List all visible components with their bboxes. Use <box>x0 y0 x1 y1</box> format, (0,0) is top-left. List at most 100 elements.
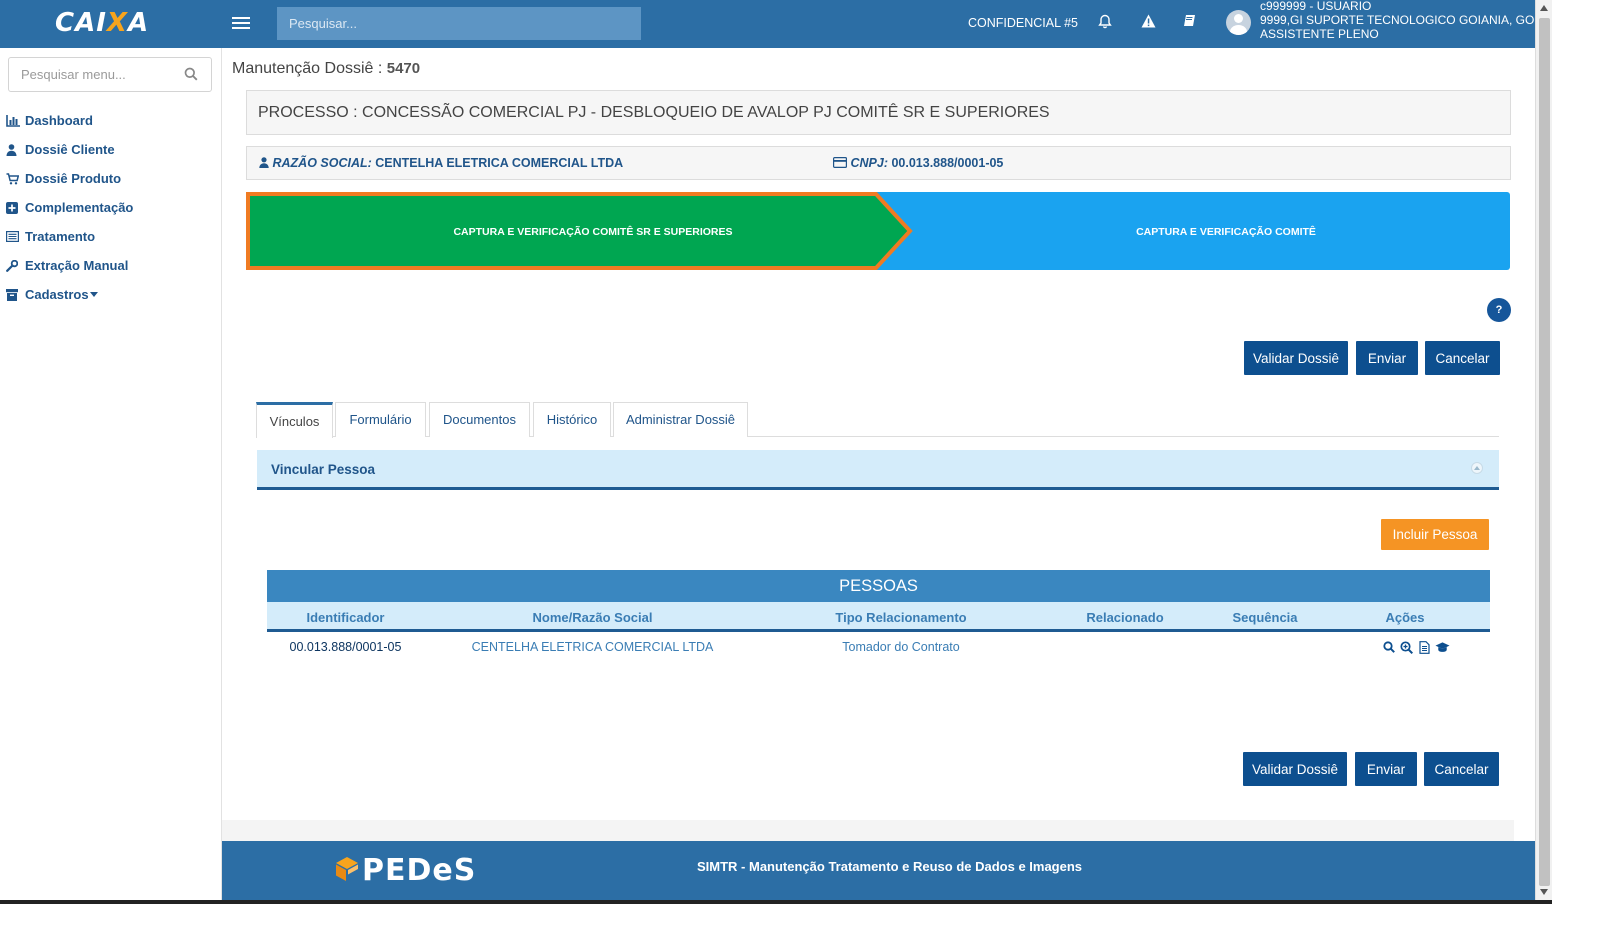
vertical-scrollbar[interactable] <box>1535 0 1552 900</box>
cart-icon <box>6 172 25 185</box>
scroll-down-icon[interactable] <box>1540 889 1548 895</box>
caret-down-icon <box>89 292 98 297</box>
scroll-up-icon[interactable] <box>1540 5 1548 11</box>
collapse-icon[interactable] <box>1471 462 1483 474</box>
menu-search-input[interactable] <box>8 57 212 92</box>
cancelar-button-bottom[interactable]: Cancelar <box>1424 752 1499 786</box>
user-info[interactable]: c999999 - USUARIO 9999,GI SUPORTE TECNOL… <box>1260 0 1534 41</box>
tab-vinculos[interactable]: Vínculos <box>256 402 333 438</box>
top-bar: CAIXA CONFIDENCIAL #5 c999999 - USUARIO … <box>0 0 1535 48</box>
sidebar-item-label: Dashboard <box>25 113 93 128</box>
sidebar-item-label: Cadastros <box>25 287 89 302</box>
wrench-icon <box>6 259 25 272</box>
user-role: ASSISTENTE PLENO <box>1260 27 1379 41</box>
column-header[interactable]: Ações <box>1321 610 1489 625</box>
step-1-active[interactable]: CAPTURA E VERIFICAÇÃO COMITÊ SR E SUPERI… <box>246 192 913 270</box>
list-icon <box>6 231 25 242</box>
validar-dossie-button-bottom[interactable]: Validar Dossiê <box>1243 752 1347 786</box>
tab-historico[interactable]: Histórico <box>533 402 611 437</box>
sidebar-item-label: Tratamento <box>25 229 96 244</box>
user-unit: 9999,GI SUPORTE TECNOLOGICO GOIANIA, GO <box>1260 13 1535 27</box>
sidebar-item-complementacao[interactable]: Complementação <box>6 193 133 222</box>
column-header[interactable]: Identificador <box>267 610 424 625</box>
pedes-logo-mark-icon <box>336 857 358 881</box>
top-search-input[interactable] <box>277 7 641 40</box>
plus-square-icon <box>6 201 25 214</box>
cnpj-value: 00.013.888/0001-05 <box>888 156 1004 170</box>
sidebar-item-dossie-produto[interactable]: Dossiê Produto <box>6 164 133 193</box>
warning-icon[interactable] <box>1139 14 1157 32</box>
sidebar-item-label: Dossiê Produto <box>25 171 122 186</box>
sidebar-item-cadastros[interactable]: Cadastros <box>6 280 133 309</box>
page-title-prefix: Manutenção Dossiê : <box>232 60 387 77</box>
cell-nome[interactable]: CENTELHA ELETRICA COMERCIAL LTDA <box>424 640 761 654</box>
page-title: Manutenção Dossiê : 5470 <box>232 60 420 78</box>
book-icon[interactable] <box>1181 14 1199 32</box>
pedes-logo: PEDeS <box>362 853 477 888</box>
search-icon[interactable] <box>184 67 198 81</box>
cell-identificador: 00.013.888/0001-05 <box>289 640 402 654</box>
table-header: Identificador Nome/Razão Social Tipo Rel… <box>267 602 1490 632</box>
column-header[interactable]: Sequência <box>1209 610 1321 625</box>
column-header[interactable]: Tipo Relacionamento <box>761 610 1041 625</box>
graduation-cap-icon[interactable] <box>1435 640 1450 654</box>
sidebar-item-extracao-manual[interactable]: Extração Manual <box>6 251 133 280</box>
dossie-id: 5470 <box>386 60 421 77</box>
razao-social-value: CENTELHA ELETRICA COMERCIAL LTDA <box>371 156 624 170</box>
sidebar-item-tratamento[interactable]: Tratamento <box>6 222 133 251</box>
sidebar-item-dossie-cliente[interactable]: Dossiê Cliente <box>6 135 133 164</box>
cnpj-label: CNPJ: <box>850 156 888 170</box>
caixa-logo[interactable]: CAIXA <box>55 8 149 38</box>
credit-card-icon <box>833 157 848 169</box>
incluir-pessoa-button[interactable]: Incluir Pessoa <box>1381 519 1489 550</box>
user-icon <box>259 157 269 168</box>
enviar-button-bottom[interactable]: Enviar <box>1355 752 1417 786</box>
confidential-label: CONFIDENCIAL #5 <box>968 16 1078 30</box>
column-header[interactable]: Relacionado <box>1041 610 1209 625</box>
bar-chart-icon <box>6 114 25 127</box>
window-bottom-edge <box>0 900 1552 904</box>
tab-formulario[interactable]: Formulário <box>335 402 426 437</box>
user-login: c999999 - USUARIO <box>1260 0 1372 13</box>
tab-administrar-dossie[interactable]: Administrar Dossiê <box>613 402 748 437</box>
user-avatar[interactable] <box>1226 10 1251 35</box>
client-info-box: RAZÃO SOCIAL: CENTELHA ELETRICA COMERCIA… <box>246 146 1511 180</box>
tab-documentos[interactable]: Documentos <box>429 402 530 437</box>
sidebar-item-label: Extração Manual <box>25 258 129 273</box>
vincular-pessoa-panel-header[interactable]: Vincular Pessoa <box>257 450 1499 490</box>
panel-title: Vincular Pessoa <box>271 462 376 477</box>
footer-text: SIMTR - Manutenção Tratamento e Reuso de… <box>697 859 1083 874</box>
process-stepper: CAPTURA E VERIFICAÇÃO COMITÊ CAPTURA E V… <box>246 192 1510 270</box>
footer: PEDeS SIMTR - Manutenção Tratamento e Re… <box>222 841 1535 900</box>
sidebar: Dashboard Dossiê Cliente Dossiê Produto … <box>0 48 222 900</box>
search-icon[interactable] <box>1381 640 1396 654</box>
scrollbar-thumb[interactable] <box>1539 18 1550 886</box>
cell-tipo: Tomador do Contrato <box>842 640 960 654</box>
zoom-icon[interactable] <box>1399 640 1414 654</box>
sidebar-nav: Dashboard Dossiê Cliente Dossiê Produto … <box>6 106 133 309</box>
table-title: PESSOAS <box>267 570 1490 602</box>
razao-social: RAZÃO SOCIAL: CENTELHA ELETRICA COMERCIA… <box>259 156 623 170</box>
step-2-label: CAPTURA E VERIFICAÇÃO COMITÊ <box>1136 225 1316 238</box>
user-icon <box>6 143 25 156</box>
column-header[interactable]: Nome/Razão Social <box>424 610 761 625</box>
enviar-button[interactable]: Enviar <box>1356 341 1418 375</box>
step-1-label: CAPTURA E VERIFICAÇÃO COMITÊ SR E SUPERI… <box>453 225 732 238</box>
validar-dossie-button[interactable]: Validar Dossiê <box>1244 341 1348 375</box>
archive-icon <box>6 288 25 301</box>
bell-icon[interactable] <box>1096 14 1114 32</box>
sidebar-item-dashboard[interactable]: Dashboard <box>6 106 133 135</box>
razao-social-label: RAZÃO SOCIAL: <box>272 156 372 170</box>
tab-bar: Vínculos Formulário Documentos Histórico… <box>256 402 1499 438</box>
footer-spacer <box>222 820 1514 841</box>
cancelar-button[interactable]: Cancelar <box>1425 341 1500 375</box>
document-icon[interactable] <box>1417 640 1432 654</box>
step-2[interactable]: CAPTURA E VERIFICAÇÃO COMITÊ <box>846 192 1510 270</box>
cnpj: CNPJ: 00.013.888/0001-05 <box>833 156 1003 170</box>
help-button[interactable]: ? <box>1487 298 1511 322</box>
sidebar-item-label: Dossiê Cliente <box>25 142 115 157</box>
row-actions <box>1381 640 1450 654</box>
sidebar-item-label: Complementação <box>25 200 134 215</box>
hamburger-menu-icon[interactable] <box>232 14 250 32</box>
process-box: PROCESSO : CONCESSÃO COMERCIAL PJ - DESB… <box>246 90 1511 135</box>
